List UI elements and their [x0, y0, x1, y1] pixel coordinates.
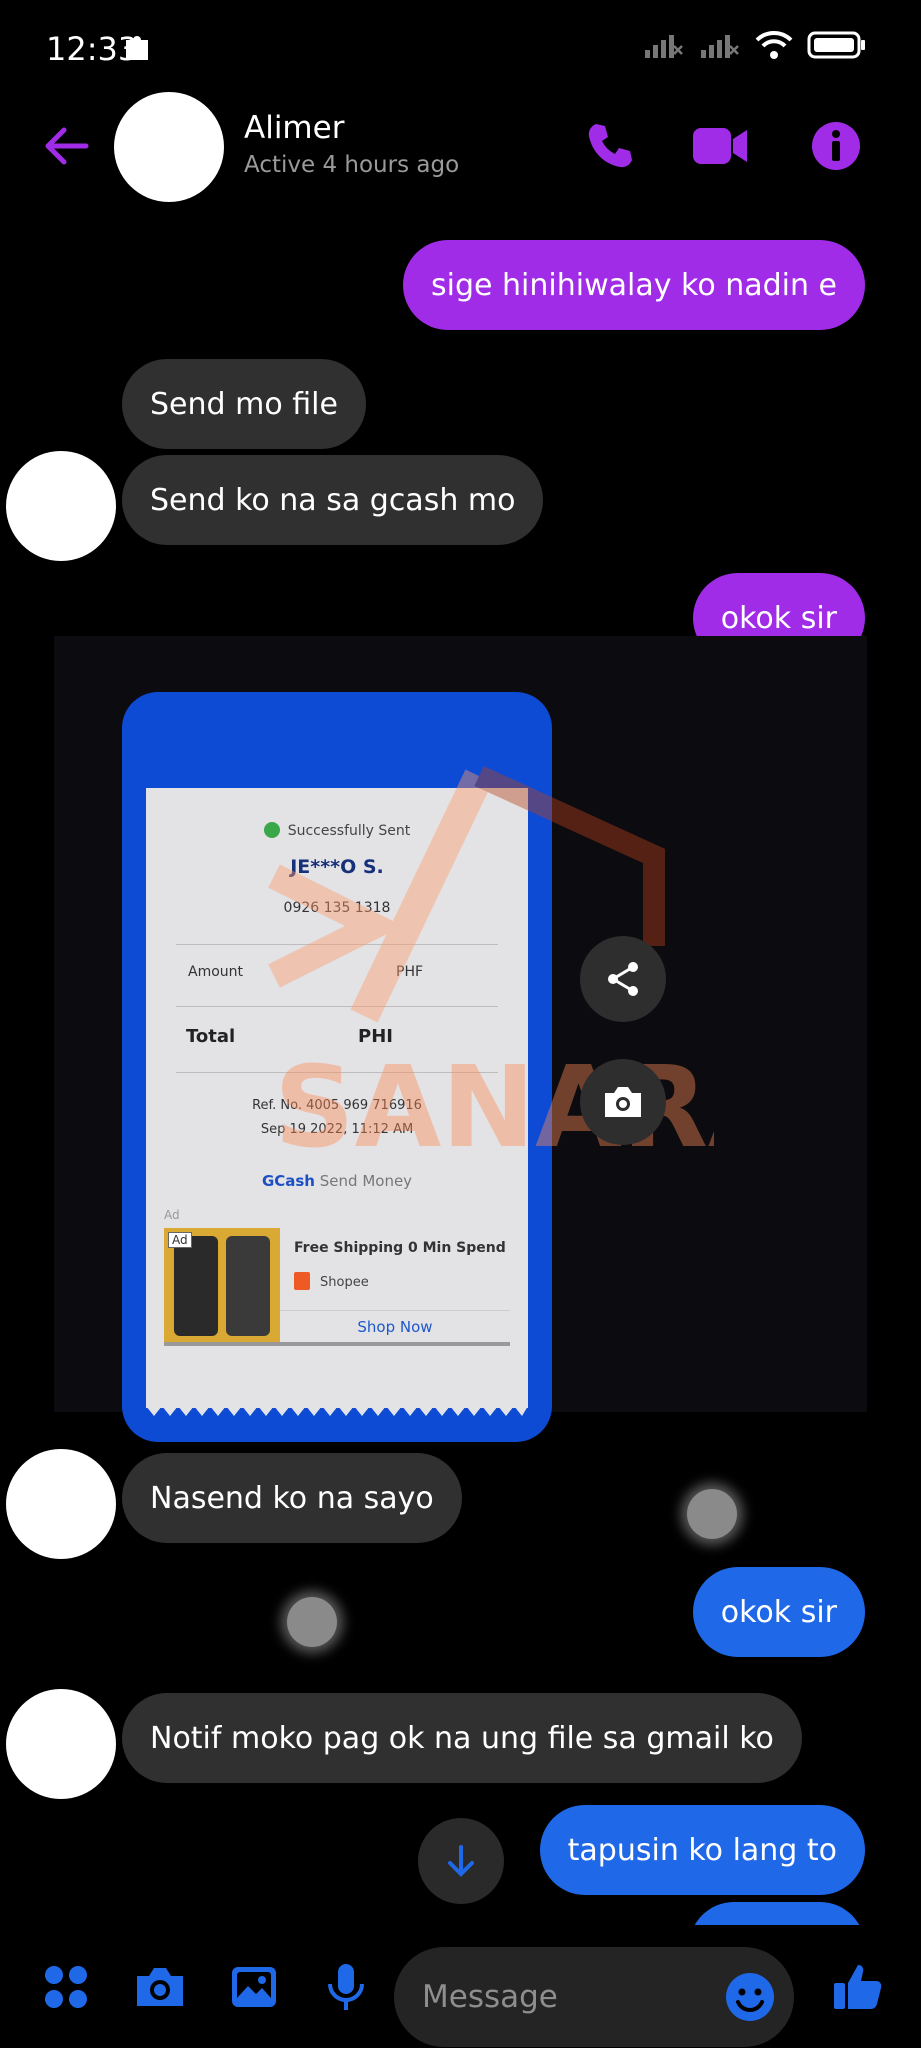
sender-avatar[interactable] [6, 1689, 116, 1799]
message-outgoing[interactable]: tapusin ko lang to [539, 1805, 865, 1895]
message-outgoing[interactable]: okok sir [692, 1567, 865, 1657]
share-icon [608, 962, 638, 996]
arrow-down-icon [448, 1845, 474, 1877]
gallery-button[interactable] [222, 1955, 286, 2019]
save-image-button[interactable] [580, 1059, 666, 1145]
ad-title: Free Shipping 0 Min Spend [294, 1240, 506, 1256]
ad-image: Ad [164, 1228, 280, 1342]
ad-banner: Ad Free Shipping 0 Min Spend Shopee Shop… [164, 1228, 510, 1346]
image-message[interactable]: Successfully Sent JE***O S. 0926 135 131… [54, 636, 867, 1442]
ad-tag: Ad [168, 1232, 192, 1248]
wifi-icon [755, 30, 793, 59]
message-incoming[interactable]: Send mo file [122, 359, 366, 449]
amount-label: Amount [188, 964, 244, 980]
phone-icon [588, 124, 632, 168]
signal-icon-2 [701, 35, 739, 58]
voice-message-button[interactable] [314, 1955, 378, 2019]
thumbs-up-icon [834, 1965, 882, 2009]
transaction-date: Sep 19 2022, 11:12 AM [260, 1122, 414, 1137]
divider [176, 1006, 498, 1007]
touch-indicator [287, 1597, 337, 1647]
share-button[interactable] [580, 936, 666, 1022]
message-incoming[interactable]: Nasend ko na sayo [122, 1453, 462, 1543]
info-icon [812, 122, 860, 170]
apps-icon [45, 1966, 87, 2008]
amount-value: PHF [396, 964, 424, 980]
receipt-screenshot: Successfully Sent JE***O S. 0926 135 131… [122, 692, 552, 1442]
receipt-status: Successfully Sent [146, 822, 528, 839]
reference-number: Ref. No. 4005 969 716916 [252, 1098, 422, 1113]
gcash-receipt: Successfully Sent JE***O S. 0926 135 131… [146, 788, 528, 1416]
mic-icon [328, 1964, 364, 2010]
composer [0, 1925, 921, 2048]
ad-label: Ad [164, 1208, 180, 1222]
message-outgoing-partial[interactable] [689, 1902, 865, 1925]
shopee-bag-icon [294, 1272, 310, 1290]
camera-button[interactable] [128, 1955, 192, 2019]
contact-name[interactable]: Alimer [244, 110, 344, 146]
voice-call-button[interactable] [580, 116, 640, 176]
receipt-phone: 0926 135 1318 [283, 900, 391, 916]
receipt-zigzag-edge [146, 1406, 528, 1416]
back-arrow-icon[interactable] [38, 118, 94, 174]
message-list[interactable]: sige hinihiwalay ko nadin e Send mo file… [0, 200, 921, 1925]
gcash-brand: GCash Send Money [261, 1172, 413, 1190]
touch-indicator [687, 1489, 737, 1539]
phone-product-image [226, 1236, 270, 1336]
divider [280, 1310, 510, 1311]
status-icons [643, 30, 867, 60]
chat-header: Alimer Active 4 hours ago [0, 92, 921, 216]
message-incoming[interactable]: Send ko na sa gcash mo [122, 455, 544, 545]
receipt-recipient: JE***O S. [290, 856, 384, 878]
emoji-icon[interactable] [722, 1969, 778, 2025]
total-label: Total [186, 1026, 236, 1047]
phone-product-image [174, 1236, 218, 1336]
message-outgoing[interactable]: sige hinihiwalay ko nadin e [403, 240, 865, 330]
ad-shop: Shopee [294, 1272, 369, 1290]
check-icon [263, 822, 280, 838]
contact-avatar[interactable] [114, 92, 224, 202]
battery-icon [807, 31, 865, 59]
divider [176, 944, 498, 945]
gallery-icon [232, 1967, 276, 2007]
like-button[interactable] [826, 1955, 890, 2019]
status-bar: 12:33 [0, 0, 921, 96]
video-call-button[interactable] [690, 116, 750, 176]
contact-status: Active 4 hours ago [244, 152, 460, 178]
divider [176, 1072, 498, 1073]
camera-icon [137, 1968, 183, 2006]
sender-avatar[interactable] [6, 451, 116, 561]
info-button[interactable] [806, 116, 866, 176]
ad-cta: Shop Now [357, 1318, 433, 1336]
camera-icon [605, 1087, 641, 1117]
total-value: PHI [358, 1026, 393, 1047]
signal-icon [645, 35, 683, 58]
video-icon [693, 128, 747, 164]
apps-button[interactable] [34, 1955, 98, 2019]
puzzle-notification-icon [126, 36, 148, 60]
message-incoming[interactable]: Notif moko pag ok na ung file sa gmail k… [122, 1693, 802, 1783]
sender-avatar[interactable] [6, 1449, 116, 1559]
scroll-down-button[interactable] [418, 1818, 504, 1904]
